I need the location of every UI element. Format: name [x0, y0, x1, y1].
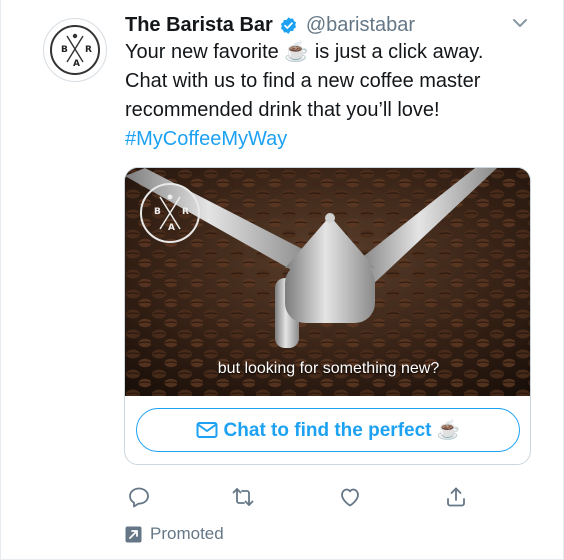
barista-bar-logo: B R A: [50, 25, 100, 75]
coffee-roaster-video[interactable]: B R A but looking for something new?: [125, 168, 530, 396]
promoted-tweet[interactable]: B R A The Barista Bar @baristabar Your n…: [0, 0, 564, 560]
author-name[interactable]: The Barista Bar: [125, 14, 273, 37]
chat-cta-label: Chat to find the perfect ☕: [223, 420, 461, 441]
media-logo: B R A: [140, 183, 200, 243]
crossed-tools-icon: [66, 33, 84, 63]
author-handle[interactable]: @baristabar: [306, 14, 415, 37]
chat-cta-button[interactable]: Chat to find the perfect ☕: [136, 408, 520, 452]
media-logo-tools-icon: [159, 194, 181, 230]
avatar[interactable]: B R A: [43, 18, 107, 82]
promoted-arrow-icon: [125, 526, 142, 543]
envelope-icon: [196, 422, 218, 438]
heart-icon[interactable]: [337, 484, 363, 510]
reply-icon[interactable]: [126, 484, 152, 510]
tweet-actions: [126, 484, 476, 510]
chevron-down-icon[interactable]: [511, 16, 529, 35]
tweet-text-line-2: Chat with us to find a new coffee master: [125, 70, 481, 92]
tweet-text-line-1: Your new favorite ☕ is just a click away…: [125, 41, 484, 63]
video-caption: but looking for something new?: [217, 360, 440, 377]
verified-badge-icon: [279, 16, 298, 35]
promoted-label: Promoted: [150, 524, 224, 543]
share-icon[interactable]: [443, 484, 469, 510]
retweet-icon[interactable]: [230, 484, 256, 510]
tweet-header: The Barista Bar @baristabar: [125, 12, 415, 38]
tweet-text-line-3: recommended drink that you’ll love!: [125, 99, 440, 121]
hashtag-link[interactable]: #MyCoffeeMyWay: [125, 125, 545, 154]
media-card[interactable]: B R A but looking for something new? Cha…: [124, 167, 531, 465]
promoted-indicator[interactable]: Promoted: [125, 524, 224, 544]
tweet-text: Your new favorite ☕ is just a click away…: [125, 38, 545, 154]
